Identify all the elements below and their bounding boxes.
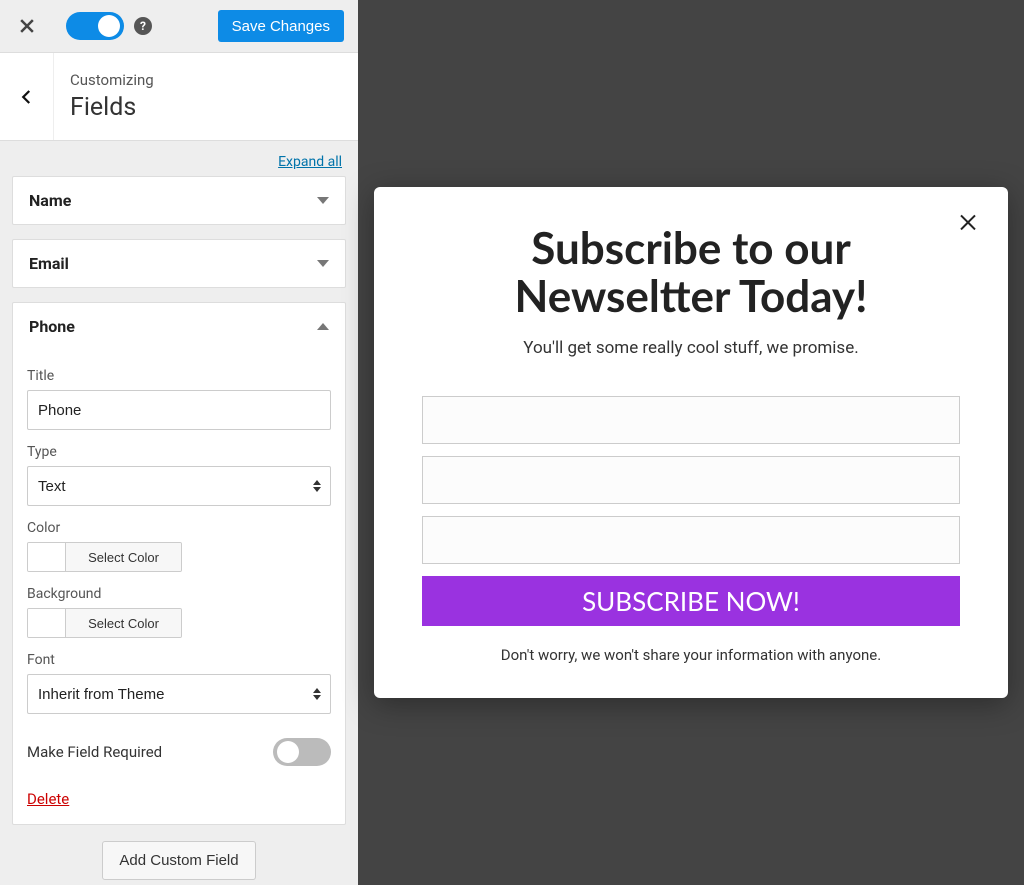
- newsletter-modal: Subscribe to our Newseltter Today! You'l…: [374, 187, 1008, 698]
- accordion-title: Phone: [29, 317, 75, 336]
- page-title: Fields: [70, 93, 154, 122]
- title-input[interactable]: [27, 390, 331, 430]
- chevron-down-icon: [317, 197, 329, 204]
- accordion-header-email[interactable]: Email: [13, 240, 345, 287]
- background-label: Background: [27, 586, 331, 602]
- help-icon[interactable]: ?: [134, 17, 152, 35]
- modal-privacy-text: Don't worry, we won't share your informa…: [422, 646, 960, 664]
- modal-input-1[interactable]: [422, 396, 960, 444]
- chevron-down-icon: [317, 260, 329, 267]
- font-label: Font: [27, 652, 331, 668]
- color-picker[interactable]: Select Color: [27, 542, 182, 572]
- back-button[interactable]: [0, 53, 54, 140]
- preview-canvas: Subscribe to our Newseltter Today! You'l…: [358, 0, 1024, 885]
- field-accordion-phone: Phone Title Type Color: [12, 302, 346, 825]
- accordion-header-name[interactable]: Name: [13, 177, 345, 224]
- add-custom-field-button[interactable]: Add Custom Field: [102, 841, 255, 880]
- accordion-title: Name: [29, 191, 71, 210]
- accordion-header-phone[interactable]: Phone: [13, 303, 345, 350]
- close-button[interactable]: [0, 0, 54, 53]
- color-swatch: [28, 543, 66, 571]
- select-arrows-icon: [313, 688, 321, 700]
- modal-close-button[interactable]: [956, 209, 980, 237]
- required-toggle[interactable]: [273, 738, 331, 766]
- toggle-area: ?: [54, 12, 152, 40]
- expand-all-link[interactable]: Expand all: [278, 154, 342, 170]
- chevron-up-icon: [317, 323, 329, 330]
- modal-form: SUBSCRIBE NOW!: [422, 396, 960, 626]
- color-label: Color: [27, 520, 331, 536]
- accordion-body-phone: Title Type Color Select Color: [13, 350, 345, 824]
- background-color-picker[interactable]: Select Color: [27, 608, 182, 638]
- sidebar-topbar: ? Save Changes: [0, 0, 358, 53]
- required-label: Make Field Required: [27, 743, 162, 761]
- modal-input-2[interactable]: [422, 456, 960, 504]
- preview-toggle[interactable]: [66, 12, 124, 40]
- breadcrumb: Customizing: [70, 71, 154, 89]
- select-color-button[interactable]: Select Color: [66, 543, 181, 571]
- save-button[interactable]: Save Changes: [218, 10, 344, 42]
- type-label: Type: [27, 444, 331, 460]
- close-x-icon: [956, 209, 980, 233]
- subscribe-button[interactable]: SUBSCRIBE NOW!: [422, 576, 960, 626]
- field-accordion-email: Email: [12, 239, 346, 288]
- select-color-button[interactable]: Select Color: [66, 609, 181, 637]
- accordion-title: Email: [29, 254, 69, 273]
- chevron-left-icon: [18, 88, 36, 106]
- color-swatch: [28, 609, 66, 637]
- type-select[interactable]: [27, 466, 331, 506]
- customizer-sidebar: ? Save Changes Customizing Fields Expand…: [0, 0, 358, 885]
- field-accordion-name: Name: [12, 176, 346, 225]
- modal-input-3[interactable]: [422, 516, 960, 564]
- font-select[interactable]: [27, 674, 331, 714]
- sidebar-header: Customizing Fields: [0, 53, 358, 141]
- title-label: Title: [27, 368, 331, 384]
- modal-subtitle: You'll get some really cool stuff, we pr…: [422, 338, 960, 358]
- delete-field-link[interactable]: Delete: [27, 790, 69, 808]
- field-list: Name Email Phone Title Type: [0, 176, 358, 825]
- modal-heading: Subscribe to our Newseltter Today!: [422, 225, 960, 320]
- close-x-icon: [17, 16, 37, 36]
- select-arrows-icon: [313, 480, 321, 492]
